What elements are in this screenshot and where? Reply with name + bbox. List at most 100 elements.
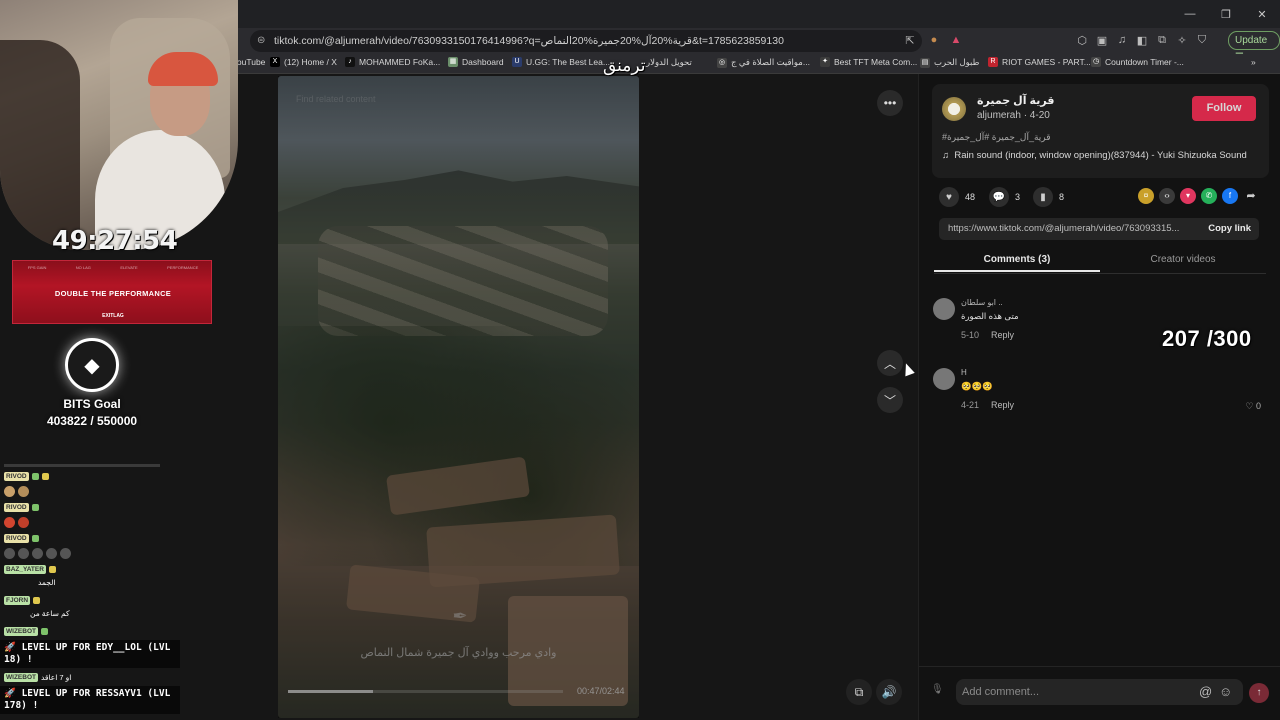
sponsor-feature: PERFORMANCE — [167, 265, 199, 270]
comment-user[interactable]: ابو سلطان .. — [961, 298, 1003, 307]
bookmark-prayer-times[interactable]: ◎ مواقيت الصلاة في ج... — [717, 57, 810, 68]
wallet-icon[interactable]: ▣ — [1095, 32, 1109, 48]
emoji-icon[interactable]: ☺ — [1219, 679, 1232, 705]
bookmark-label: مواقيت الصلاة في ج... — [731, 57, 810, 67]
sound-link[interactable]: ♫ Rain sound (indoor, window opening)(83… — [942, 150, 1247, 161]
music-icon[interactable]: ♫ — [1115, 32, 1129, 48]
reply-button[interactable]: Reply — [991, 330, 1014, 340]
next-video-button[interactable]: ﹀ — [877, 387, 903, 413]
bookmark-war-drums[interactable]: ▤ طبول الحرب — [920, 57, 979, 68]
bookmark-label: U.GG: The Best Lea... — [526, 57, 610, 67]
comment-button[interactable]: 💬 3 — [989, 186, 1020, 208]
folder-icon: ▤ — [920, 57, 930, 68]
restore-icon[interactable]: ❐ — [1208, 0, 1244, 28]
bookmark-label: RIOT GAMES - PART... — [1002, 57, 1091, 67]
video-details-panel: قرية آل جميرة aljumerah · 4-20 Follow #ق… — [918, 74, 1280, 720]
screenshot-icon[interactable]: ⧉ — [1155, 32, 1169, 48]
bookmark-riot[interactable]: R RIOT GAMES - PART... — [988, 57, 1091, 67]
sponsor-banner: FPS GAIN NO LAG ELEVATE PERFORMANCE DOUB… — [12, 260, 212, 324]
whatsapp-icon[interactable]: ✆ — [1201, 188, 1217, 204]
leo-ai-icon[interactable]: ✧ — [1175, 32, 1189, 48]
previous-video-button[interactable]: ︿ — [877, 350, 903, 376]
coin-icon[interactable]: ¤ — [1138, 188, 1154, 204]
music-note-icon: ♫ — [942, 150, 950, 161]
tab-creator-videos[interactable]: Creator videos — [1100, 250, 1266, 270]
update-button[interactable]: Update ☰ — [1228, 31, 1280, 63]
action-bar: ♥ 48 💬 3 ▮ 8 ¤ ‹› ▾ ✆ f ➦ — [939, 186, 1259, 208]
x-icon: X — [270, 57, 280, 67]
pip-icon[interactable]: ⧉ — [846, 679, 872, 705]
streamer-webcam — [0, 0, 238, 250]
chat-message: RIVOD — [4, 534, 39, 543]
badge-icon — [41, 473, 49, 480]
bookmark-label: Dashboard — [462, 57, 504, 67]
share-options: ¤ ‹› ▾ ✆ f ➦ — [1138, 188, 1259, 204]
bookmark-tft[interactable]: ✦ Best TFT Meta Com... — [820, 57, 917, 67]
avatar[interactable] — [933, 298, 955, 320]
comment-input[interactable]: Add comment... @ ☺ — [956, 679, 1243, 705]
level-up-alert: 🚀 LEVEL UP FOR EDY__LOL (LVL 18) ! — [0, 640, 180, 668]
comment-like-button[interactable]: ♡ 0 — [1245, 401, 1261, 412]
comment-composer: 🎙 Add comment... @ ☺ ↑ — [919, 666, 1280, 720]
bookmark-label: (12) Home / X — [284, 57, 337, 67]
video-progress-bar[interactable] — [288, 690, 563, 693]
tiktok-icon: ♪ — [345, 57, 355, 67]
mention-icon[interactable]: @ — [1199, 679, 1212, 705]
more-options-icon[interactable]: ••• — [877, 90, 903, 116]
send-icon[interactable]: ▾ — [1180, 188, 1196, 204]
badge-icon — [48, 566, 56, 573]
copy-link-button[interactable]: Copy link — [1208, 218, 1251, 240]
bookmark-x-home[interactable]: X (12) Home / X — [270, 57, 337, 67]
avatar[interactable] — [933, 368, 955, 390]
sidebar-icon[interactable]: ◧ — [1135, 32, 1149, 48]
bookmark-countdown[interactable]: ◷ Countdown Timer -... — [1091, 57, 1184, 67]
facebook-icon[interactable]: f — [1222, 188, 1238, 204]
stream-chat: RIVOD RIVOD RIVOD BAZ_YATER الجمد FJORN … — [0, 462, 182, 720]
comment-user[interactable]: H — [961, 368, 967, 377]
follow-button[interactable]: Follow — [1192, 96, 1256, 121]
extensions-icon[interactable]: ⬡ — [1075, 32, 1089, 48]
chat-text: او 7 اعاقد — [40, 673, 72, 682]
chat-text: كم ساعة من — [30, 609, 70, 618]
badge-icon — [31, 504, 39, 511]
share-page-icon[interactable]: ⇱ — [902, 32, 918, 48]
comment-text: متى هذه الصورة — [961, 311, 1019, 321]
url-field[interactable]: ⊜ tiktok.com/@aljumerah/video/7630933150… — [250, 30, 922, 52]
minimize-icon[interactable]: — — [1172, 0, 1208, 28]
tab-comments[interactable]: Comments (3) — [934, 250, 1100, 272]
shield-icon[interactable]: ⛉ — [1195, 32, 1209, 48]
bookmark-currency[interactable]: تحويل الدولار — [646, 57, 692, 68]
hashtags[interactable]: #قرية_آل_جميرة #آل_جميرة — [942, 132, 1051, 143]
bookmark-dashboard[interactable]: ▦ Dashboard — [448, 57, 504, 67]
avatar[interactable] — [942, 97, 966, 121]
embed-icon[interactable]: ‹› — [1159, 188, 1175, 204]
reply-button[interactable]: Reply — [991, 400, 1014, 410]
bookmark-mohammed[interactable]: ♪ MOHAMMED FoKa... — [345, 57, 440, 67]
chat-user: BAZ_YATER — [4, 565, 46, 574]
close-icon[interactable]: ✕ — [1244, 0, 1280, 28]
volume-icon[interactable]: 🔊 — [876, 679, 902, 705]
send-comment-button[interactable]: ↑ — [1249, 683, 1269, 703]
bookmarks-overflow-icon[interactable]: » — [1251, 57, 1256, 67]
share-link-url[interactable]: https://www.tiktok.com/@aljumerah/video/… — [948, 218, 1188, 240]
riot-icon: R — [988, 57, 998, 67]
badge-icon — [31, 535, 39, 542]
extension-icon[interactable]: ● — [926, 32, 942, 48]
like-button[interactable]: ♥ 48 — [939, 186, 975, 208]
rocket-icon: 🚀 — [4, 642, 16, 653]
share-arrow-icon[interactable]: ➦ — [1243, 188, 1259, 204]
comment-text: 🥺🥺🥺 — [961, 381, 993, 391]
chat-user: WIZEBOT — [4, 627, 38, 636]
sponsor-features: FPS GAIN NO LAG ELEVATE PERFORMANCE — [13, 265, 213, 270]
site-info-icon[interactable]: ⊜ — [257, 30, 265, 52]
brave-rewards-icon[interactable]: ▲ — [948, 32, 964, 48]
save-button[interactable]: ▮ 8 — [1033, 186, 1064, 208]
mic-icon[interactable]: 🎙 — [931, 684, 945, 698]
video-player[interactable]: Find related content ✒ وادي مرحب ووادي آ… — [278, 76, 639, 718]
update-label: Update — [1235, 35, 1268, 46]
creator-name[interactable]: قرية آل جميرة — [977, 94, 1054, 107]
bookmark-ugg[interactable]: U U.GG: The Best Lea... — [512, 57, 610, 67]
comment-placeholder: Add comment... — [962, 686, 1040, 698]
chat-message: RIVOD — [4, 503, 39, 512]
stream-timer: 49:27:54 — [52, 226, 178, 256]
